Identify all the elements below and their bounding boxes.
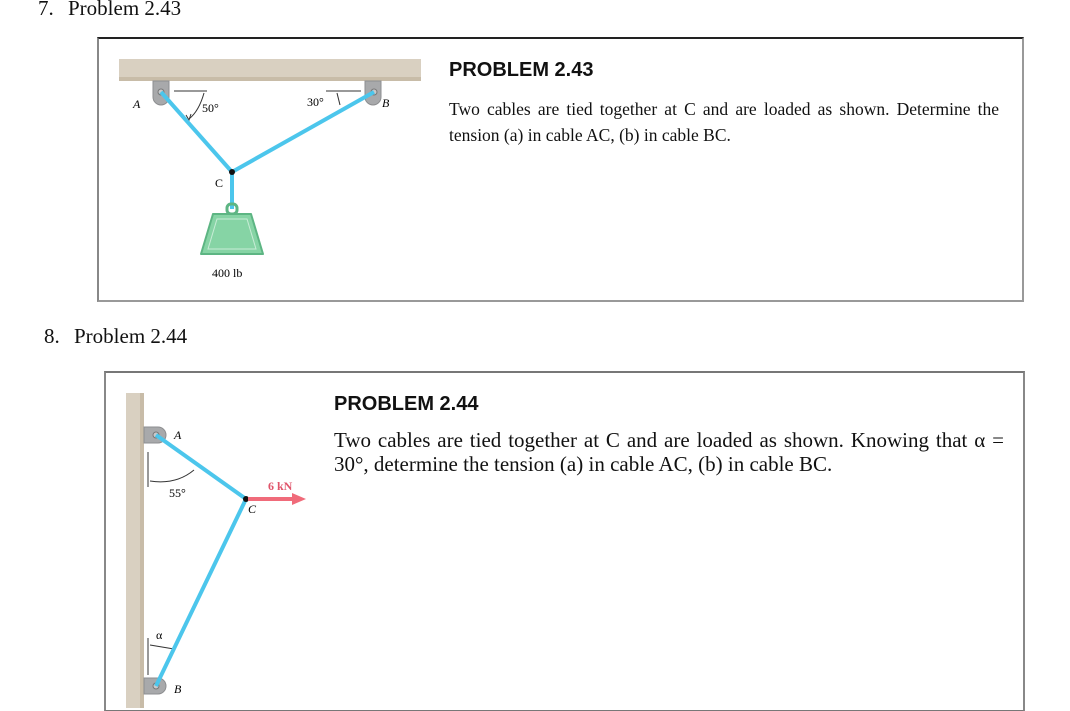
- label-load: 6 kN: [268, 479, 293, 493]
- label-load: 400 lb: [212, 266, 242, 280]
- bracket-b-icon: [143, 677, 167, 695]
- problem-2-44-figure: A B C 55° α 6 kN: [126, 393, 306, 708]
- angle-arc-b: [336, 92, 341, 106]
- cable-bc: [231, 90, 375, 174]
- cable-bc: [154, 498, 248, 687]
- label-point-c: C: [215, 176, 223, 190]
- problem-2-44-box: A B C 55° α 6 kN PROBLEM 2.44 Two cables…: [104, 371, 1025, 711]
- problem-title: PROBLEM 2.43: [449, 59, 594, 81]
- problem-heading-8: 8. Problem 2.44: [44, 324, 187, 349]
- problem-heading-7: 7. Problem 2.43: [38, 0, 181, 21]
- heading-text: Problem 2.43: [68, 0, 182, 20]
- label-angle-a: 55°: [169, 486, 186, 500]
- wall-shadow: [140, 393, 144, 708]
- heading-text: Problem 2.44: [74, 324, 188, 348]
- problem-2-43-figure: A B C 50° 30° 400 lb: [119, 59, 421, 280]
- label-point-a: A: [173, 428, 182, 442]
- joint-c: [229, 169, 235, 175]
- angle-arc-b: [149, 644, 175, 650]
- label-point-a: A: [132, 97, 141, 111]
- label-angle-a: 50°: [202, 101, 219, 115]
- problem-statement: Two cables are tied together at C and ar…: [334, 428, 1004, 476]
- problem-2-43-box: A B C 50° 30° 400 lb PROBLEM 2.43 Two ca…: [97, 37, 1024, 302]
- problem-title: PROBLEM 2.44: [334, 393, 479, 415]
- label-point-b: B: [174, 682, 182, 696]
- angle-arc-a: [149, 469, 195, 483]
- label-angle-b: α: [156, 628, 163, 642]
- item-number: 8.: [44, 324, 60, 348]
- force-arrow-icon: [248, 493, 306, 505]
- ceiling-beam-shadow: [119, 77, 421, 81]
- weight-icon: [200, 202, 264, 255]
- label-point-b: B: [382, 96, 390, 110]
- label-point-c: C: [248, 502, 257, 516]
- cable-ac: [159, 90, 234, 174]
- item-number: 7.: [38, 0, 54, 20]
- label-angle-b: 30°: [307, 95, 324, 109]
- problem-statement: Two cables are tied together at C and ar…: [449, 99, 999, 145]
